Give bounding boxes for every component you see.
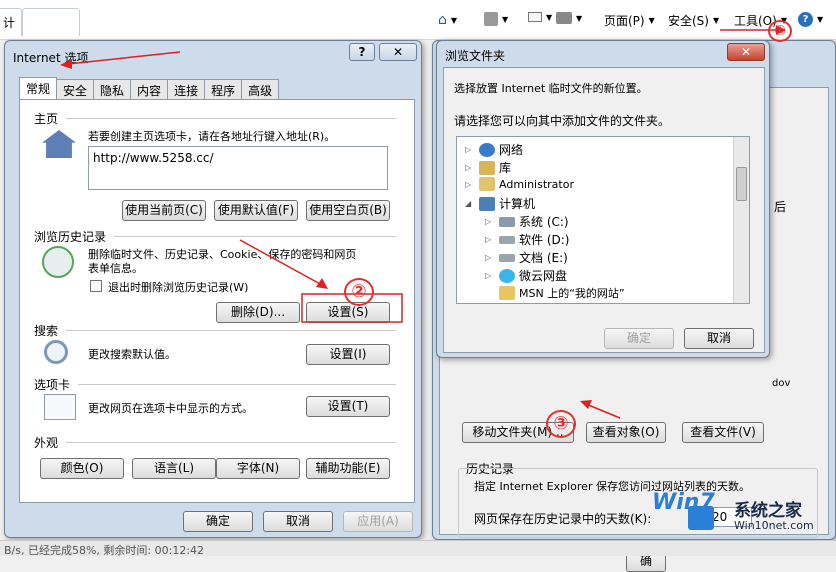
annotation-2: ② [344, 278, 374, 306]
annotation-3: ③ [546, 410, 576, 438]
watermark-logo: Win7 系统之家 Win10net.com [650, 486, 836, 538]
annotation-arrows [60, 25, 786, 419]
watermark-site-name: 系统之家 [734, 501, 802, 521]
annotation-1: ① [768, 20, 792, 42]
windows-logo-icon [688, 506, 714, 530]
watermark-site-url: Win10net.com [734, 519, 814, 532]
tab-general[interactable]: 常规 [19, 77, 58, 99]
